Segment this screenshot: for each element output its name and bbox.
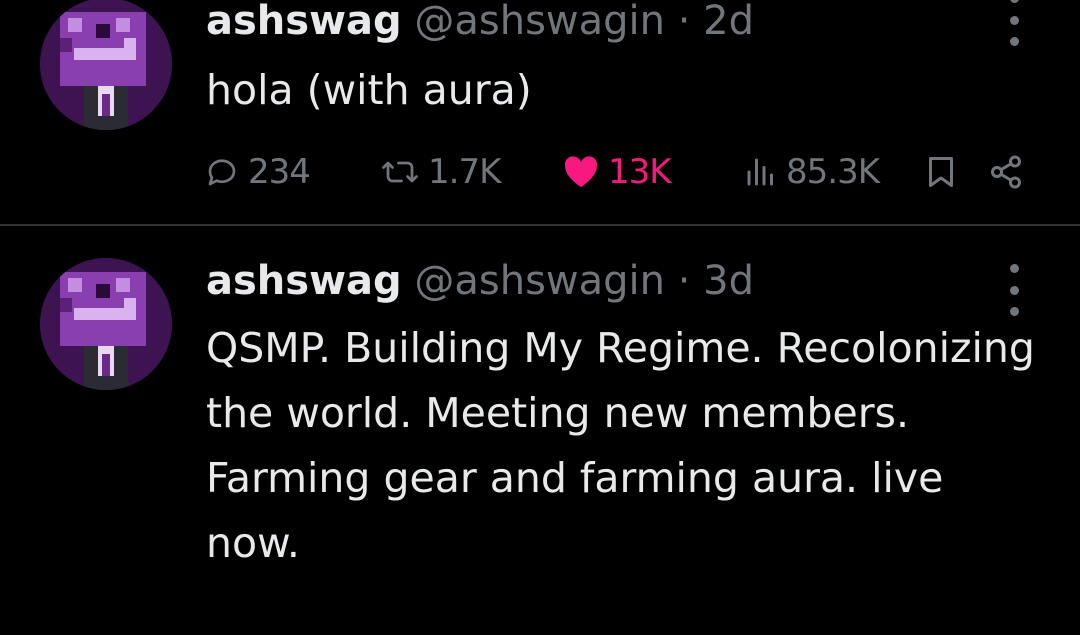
share-icon xyxy=(991,155,1021,189)
tweet-1[interactable]: ashswag @ashswagin · 2d hola (with aura)… xyxy=(0,0,1080,224)
avatar-image xyxy=(40,258,172,390)
share-button[interactable] xyxy=(988,146,1032,198)
avatar[interactable] xyxy=(40,258,172,390)
like-count: 13K xyxy=(608,152,672,192)
display-name[interactable]: ashswag xyxy=(206,0,402,44)
tweet-header: ashswag @ashswagin · 2d xyxy=(206,0,754,46)
timestamp[interactable]: 3d xyxy=(703,258,754,304)
separator: · xyxy=(677,0,691,44)
separator: · xyxy=(677,258,691,304)
repost-icon xyxy=(382,161,418,183)
more-icon[interactable] xyxy=(1000,0,1028,46)
user-handle[interactable]: @ashswagin xyxy=(414,0,665,44)
reply-button[interactable]: 234 xyxy=(204,146,311,198)
like-button[interactable]: 13K xyxy=(562,146,672,198)
tweet-text: QSMP. Building My Regime. Recolonizing t… xyxy=(206,324,1035,567)
reply-count: 234 xyxy=(248,152,311,192)
display-name[interactable]: ashswag xyxy=(206,258,402,304)
tweet-header: ashswag @ashswagin · 3d xyxy=(206,256,754,306)
views-button[interactable]: 85.3K xyxy=(744,146,880,198)
avatar-image xyxy=(40,0,172,130)
views-count: 85.3K xyxy=(786,152,880,192)
timestamp[interactable]: 2d xyxy=(703,0,754,44)
more-icon[interactable] xyxy=(1000,264,1028,316)
repost-count: 1.7K xyxy=(428,152,501,192)
bookmark-icon xyxy=(929,157,953,187)
repost-button[interactable]: 1.7K xyxy=(380,146,501,198)
bookmark-button[interactable] xyxy=(924,146,966,198)
avatar[interactable] xyxy=(40,0,172,130)
tweet-text: hola (with aura) xyxy=(206,66,532,114)
heart-icon xyxy=(564,156,598,188)
tweet-2[interactable]: ashswag @ashswagin · 3d QSMP. Building M… xyxy=(0,226,1080,635)
user-handle[interactable]: @ashswagin xyxy=(414,258,665,304)
action-bar: 234 1.7K 13K 85.3K xyxy=(0,146,1080,198)
reply-icon xyxy=(208,159,236,186)
views-icon xyxy=(747,158,773,186)
